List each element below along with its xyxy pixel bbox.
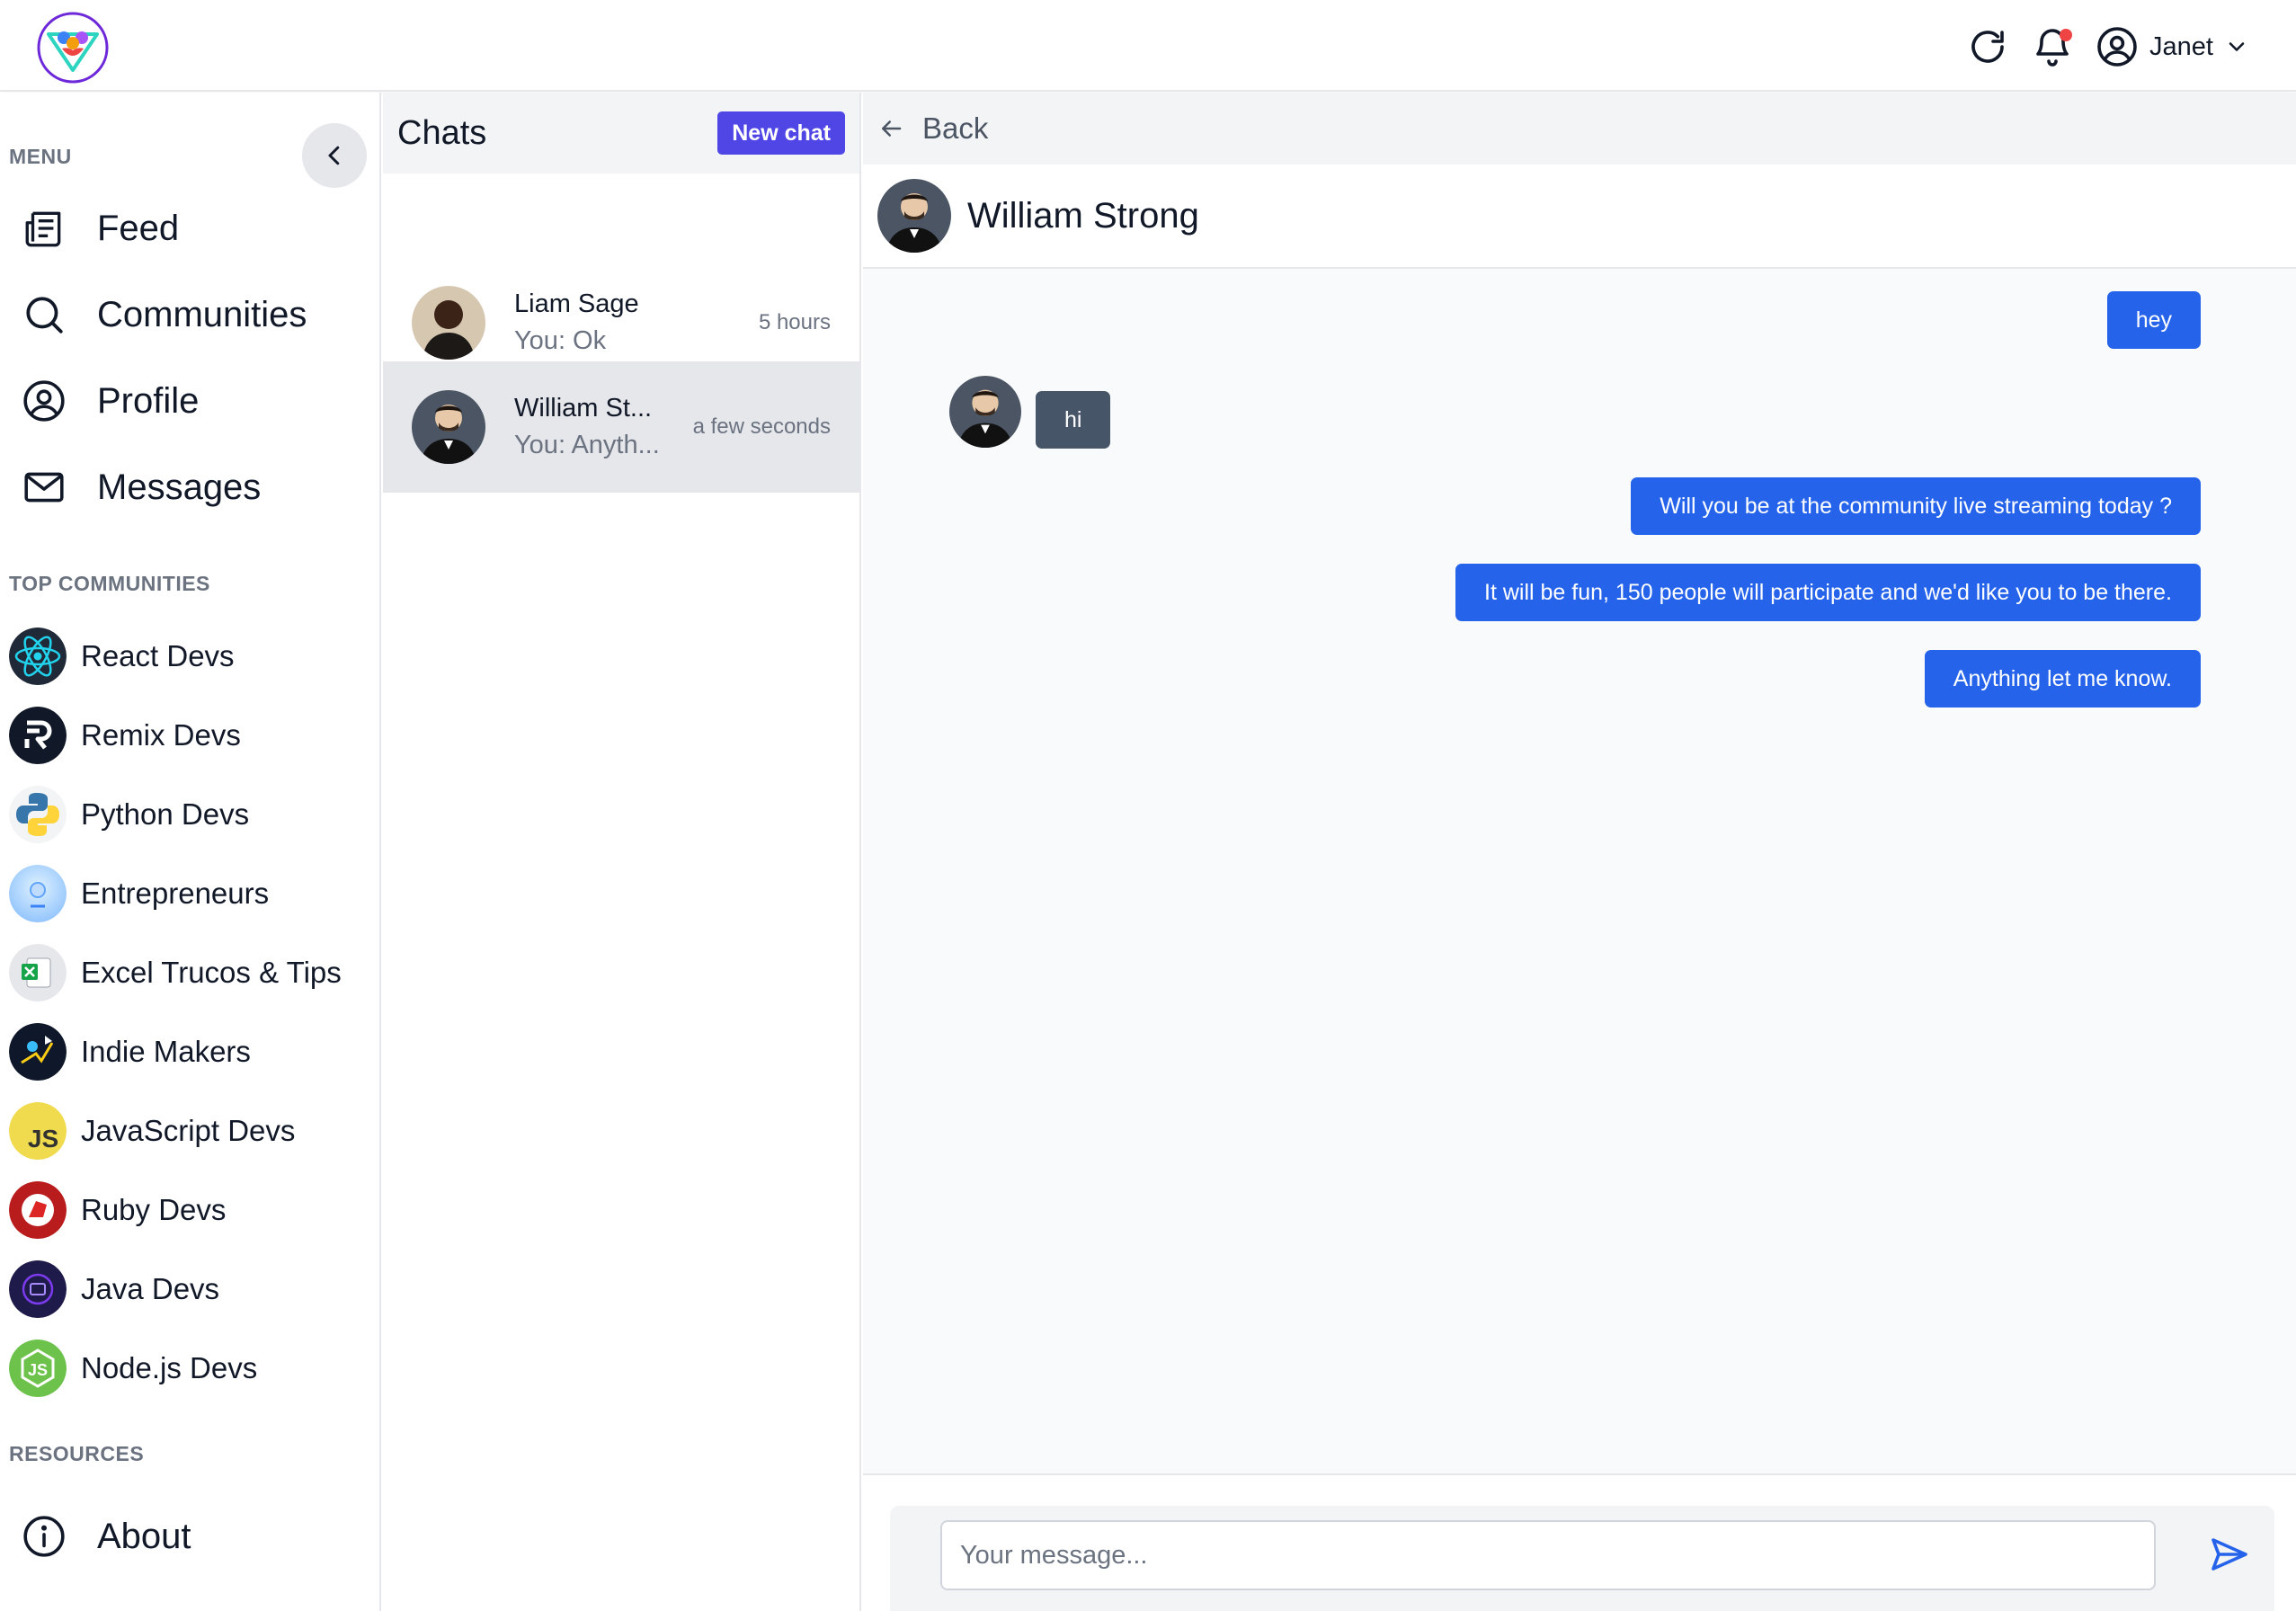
community-entrepreneurs[interactable]: Entrepreneurs — [9, 862, 269, 925]
refresh-icon[interactable] — [1966, 25, 2009, 68]
resources-heading: RESOURCES — [9, 1442, 145, 1465]
message-outgoing: It will be fun, 150 people will particip… — [1455, 564, 2201, 621]
notification-dot — [2060, 29, 2073, 41]
community-label: Python Devs — [81, 797, 250, 831]
community-ruby-devs[interactable]: Ruby Devs — [9, 1179, 226, 1242]
chat-name: Liam Sage — [514, 289, 639, 318]
composer-area — [863, 1473, 2296, 1611]
message-outgoing: Anything let me know. — [1924, 650, 2201, 708]
indie-makers-logo-icon — [9, 1023, 67, 1081]
chats-title: Chats — [397, 113, 487, 152]
java-logo-icon — [9, 1260, 67, 1318]
composer — [890, 1506, 2274, 1611]
contact-name: William Strong — [967, 195, 1199, 236]
new-chat-button[interactable]: New chat — [717, 111, 845, 155]
sidebar-item-communities[interactable]: Communities — [22, 279, 307, 351]
avatar — [412, 390, 485, 464]
sidebar-item-feed[interactable]: Feed — [22, 192, 179, 264]
bell-icon[interactable] — [2031, 25, 2074, 68]
community-python-devs[interactable]: Python Devs — [9, 783, 249, 846]
chat-preview: You: Ok — [514, 326, 607, 355]
user-circle-icon — [2096, 25, 2139, 68]
community-label: Node.js Devs — [81, 1351, 258, 1384]
community-label: Indie Makers — [81, 1035, 251, 1068]
info-icon — [22, 1514, 67, 1559]
svg-text:JS: JS — [28, 1125, 58, 1153]
sidebar-item-messages[interactable]: Messages — [22, 451, 261, 523]
user-circle-icon — [22, 378, 67, 423]
community-label: JavaScript Devs — [81, 1114, 296, 1147]
message-outgoing: Will you be at the community live stream… — [1631, 477, 2201, 535]
newspaper-icon — [22, 206, 67, 251]
message-outgoing: hey — [2106, 291, 2201, 349]
entrepreneurs-logo-icon — [9, 865, 67, 922]
avatar — [949, 376, 1021, 448]
python-logo-icon — [9, 786, 67, 843]
message-input[interactable] — [940, 1520, 2156, 1590]
contact-header: William Strong — [863, 165, 2296, 269]
arrow-left-icon — [877, 115, 904, 142]
chat-preview: You: Anyth... — [514, 431, 660, 459]
ruby-logo-icon — [9, 1181, 67, 1239]
community-indie-makers[interactable]: Indie Makers — [9, 1020, 251, 1083]
javascript-logo-icon: JS — [9, 1102, 67, 1160]
chat-item-william-strong[interactable]: William St... You: Anyth... a few second… — [383, 361, 859, 493]
community-label: Excel Trucos & Tips — [81, 956, 342, 989]
react-logo-icon — [9, 627, 67, 685]
chats-header: Chats New chat — [383, 93, 859, 174]
community-label: Remix Devs — [81, 718, 241, 752]
top-communities-heading: TOP COMMUNITIES — [9, 572, 210, 595]
community-react-devs[interactable]: React Devs — [9, 625, 235, 688]
nodejs-logo-icon: JS — [9, 1340, 67, 1397]
chat-name: William St... — [514, 394, 653, 423]
chevron-left-icon — [321, 142, 348, 169]
community-label: Ruby Devs — [81, 1193, 227, 1226]
conversation-panel: Back William Strong hey hi Will you be a… — [863, 93, 2296, 1611]
community-javascript-devs[interactable]: JS JavaScript Devs — [9, 1099, 295, 1162]
remix-logo-icon — [9, 707, 67, 764]
top-bar: Janet — [0, 0, 2296, 92]
user-name: Janet — [2149, 31, 2213, 61]
svg-text:JS: JS — [28, 1361, 48, 1379]
community-nodejs-devs[interactable]: JS Node.js Devs — [9, 1337, 257, 1400]
sidebar-item-profile[interactable]: Profile — [22, 365, 199, 437]
search-icon — [22, 292, 67, 337]
sidebar-item-label: About — [97, 1516, 191, 1556]
sidebar: MENU Feed Communities Profile Messages T… — [0, 93, 381, 1611]
avatar[interactable] — [877, 179, 951, 253]
user-menu[interactable]: Janet — [2096, 25, 2249, 68]
community-label: Java Devs — [81, 1272, 220, 1305]
sidebar-item-label: Profile — [97, 380, 200, 421]
message-incoming: hi — [1036, 391, 1111, 449]
chat-time: 5 hours — [758, 310, 831, 334]
chat-time: a few seconds — [692, 414, 831, 439]
sidebar-item-about[interactable]: About — [22, 1500, 191, 1572]
envelope-icon — [22, 465, 67, 510]
avatar — [412, 286, 485, 360]
sidebar-item-label: Feed — [97, 208, 180, 248]
chats-panel: Chats New chat Liam Sage You: Ok 5 hours… — [383, 93, 861, 1611]
community-label: React Devs — [81, 639, 235, 672]
community-label: Entrepreneurs — [81, 877, 270, 910]
send-icon[interactable] — [2208, 1533, 2251, 1576]
community-remix-devs[interactable]: Remix Devs — [9, 704, 241, 767]
chevron-down-icon — [2224, 34, 2249, 59]
menu-heading: MENU — [9, 145, 72, 168]
community-excel-trucos-tips[interactable]: Excel Trucos & Tips — [9, 941, 342, 1004]
app-logo[interactable] — [36, 11, 110, 85]
back-button[interactable]: Back — [863, 93, 2296, 165]
community-java-devs[interactable]: Java Devs — [9, 1258, 219, 1321]
sidebar-item-label: Messages — [97, 467, 262, 507]
sidebar-item-label: Communities — [97, 294, 307, 334]
back-label: Back — [922, 111, 989, 145]
excel-logo-icon — [9, 944, 67, 1001]
collapse-sidebar-button[interactable] — [302, 123, 367, 188]
